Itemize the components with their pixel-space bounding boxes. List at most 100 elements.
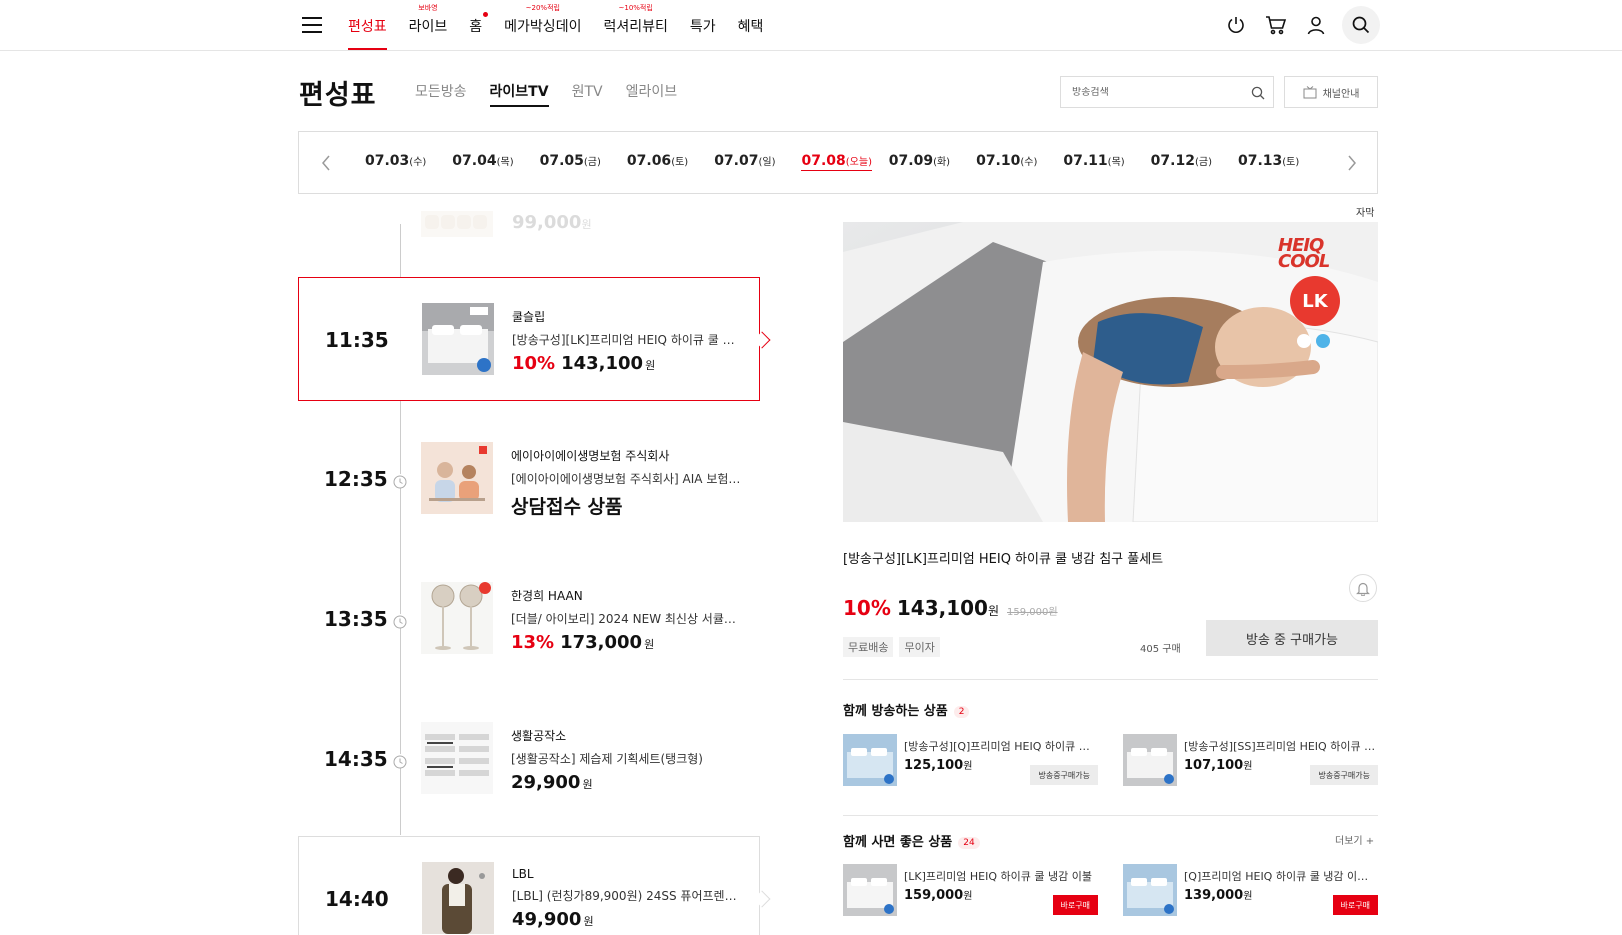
product-name[interactable]: [방송구성][SS]프리미엄 HEIQ 하이큐 쿨 냉감 침구: [1184, 738, 1378, 754]
tab-live-tv[interactable]: 라이브TV: [489, 81, 549, 107]
schedule-slot-1435[interactable]: 14:35 생활공작소 [생활공작소] 제습제 기획세트(탱크형) 29,900…: [298, 697, 760, 821]
benefit-tags: 무료배송 무이자: [843, 637, 946, 657]
discount-rate: 13%: [511, 632, 555, 653]
divider: [843, 679, 1378, 680]
caption-label[interactable]: 자막: [1356, 204, 1374, 219]
cart-icon[interactable]: [1256, 6, 1296, 44]
gnb-item-live[interactable]: 보바영 라이브: [409, 0, 448, 50]
discount-rate: 10%: [843, 596, 891, 620]
gnb-item-schedule[interactable]: 편성표: [348, 0, 387, 50]
pointer-arrow: [753, 331, 771, 349]
tab-all-broadcasts[interactable]: 모든방송: [415, 81, 467, 107]
price-line: 49,900 원: [512, 909, 594, 930]
price: 49,900: [512, 909, 582, 930]
price: 173,000: [560, 632, 643, 653]
product-thumbnail: [421, 722, 493, 794]
schedule-slot-1335[interactable]: 13:35 한경희 HAAN [더블/ 아이보리] 2024 NEW 최신상 서…: [298, 557, 760, 681]
recommend-item-2[interactable]: [Q]프리미엄 HEIQ 하이큐 쿨 냉감 이불세트 139,000원 바로구매: [1123, 864, 1378, 916]
date-item[interactable]: 07.05(금): [540, 153, 627, 169]
slot-time: 13:35: [324, 607, 388, 631]
buy-during-broadcast-button[interactable]: 방송중구매가능: [1030, 765, 1098, 785]
slot-info: 쿨슬립 [방송구성][LK]프리미엄 HEIQ 하이큐 쿨 냉감 침구 풀세트 …: [512, 308, 742, 374]
tab-one-tv[interactable]: 원TV: [572, 81, 603, 107]
date-label: 07.11(목): [1063, 153, 1125, 169]
user-icon[interactable]: [1296, 6, 1336, 44]
chevron-left-icon[interactable]: [315, 152, 337, 174]
price-line: 13% 173,000 원: [511, 632, 655, 653]
recommend-item-1[interactable]: [LK]프리미엄 HEIQ 하이큐 쿨 냉감 이불 159,000원 바로구매: [843, 864, 1098, 916]
date-item[interactable]: 07.13(토): [1238, 153, 1325, 169]
date-item[interactable]: 07.03(수): [365, 153, 452, 169]
recommend-title: 함께 사면 좋은 상품 24: [843, 831, 980, 850]
product-thumbnail: [1123, 864, 1177, 916]
count-badge: 24: [958, 836, 980, 849]
brand-name: 생활공작소: [511, 729, 567, 743]
gnb-item-mega-boxing-day[interactable]: ~20%적립 메가박싱데이: [504, 0, 581, 50]
schedule-slot-1440[interactable]: 14:40 LBL [LBL] (런칭가89,900원) 24SS 퓨어프렌치 …: [298, 836, 771, 935]
detail-price: 10% 143,100원 159,000원: [843, 596, 1058, 620]
slot-time: 14:40: [325, 887, 389, 911]
date-list: 07.03(수) 07.04(목) 07.05(금) 07.06(토) 07.07(일)…: [365, 153, 1325, 171]
product-name[interactable]: [에이아이에이생명보험 주식회사] AIA 보험상품: [511, 470, 741, 487]
bell-icon[interactable]: [1349, 574, 1377, 602]
product-thumbnail: [421, 582, 493, 654]
gnb-item-home[interactable]: 홈: [469, 0, 489, 50]
discount-rate: 10%: [512, 353, 556, 374]
date-item[interactable]: 07.10(수): [976, 153, 1063, 169]
date-item[interactable]: 07.04(목): [452, 153, 539, 169]
carousel-dot[interactable]: [1297, 334, 1311, 348]
price-line: 10% 143,100 원: [512, 353, 656, 374]
product-name[interactable]: [LBL] (런칭가89,900원) 24SS 퓨어프렌치 셔츠: [512, 887, 742, 904]
date-item[interactable]: 07.06(토): [627, 153, 714, 169]
broadcast-search: [1060, 76, 1274, 108]
category-tabs: 모든방송 라이브TV 원TV 엘라이브: [415, 81, 700, 107]
product-name[interactable]: [더블/ 아이보리] 2024 NEW 최신상 서큘레이터: [511, 610, 741, 627]
detail-product-title[interactable]: [방송구성][LK]프리미엄 HEIQ 하이큐 쿨 냉감 침구 풀세트: [843, 548, 1178, 572]
search-icon[interactable]: [1342, 6, 1380, 44]
price: 143,100: [561, 353, 644, 374]
buy-now-button[interactable]: 바로구매: [1052, 895, 1098, 915]
channel-guide-button[interactable]: 채널안내: [1284, 76, 1378, 108]
consult-label: 상담접수 상품: [511, 496, 623, 518]
buy-now-button[interactable]: 바로구매: [1332, 895, 1378, 915]
buy-during-broadcast-button[interactable]: 방송 중 구매가능: [1206, 620, 1378, 656]
gnb-item-benefits[interactable]: 혜택: [738, 0, 764, 50]
date-item[interactable]: 07.11(목): [1063, 153, 1150, 169]
schedule-slot-1135[interactable]: 11:35 쿨슬립 [방송구성][LK]프리미엄 HEIQ 하이큐 쿨 냉감 침…: [298, 277, 771, 401]
count-badge: 2: [953, 705, 970, 718]
brand-name: 에이아이에이생명보험 주식회사: [511, 449, 670, 463]
product-name[interactable]: [생활공작소] 제습제 기획세트(탱크형): [511, 750, 741, 767]
date-item[interactable]: 07.12(금): [1151, 153, 1238, 169]
gnb-menu: 편성표 보바영 라이브 홈 ~20%적립 메가박싱데이 ~10%적립 럭셔리뷰티 특가…: [348, 0, 785, 50]
product-thumbnail: [421, 211, 493, 237]
date-item[interactable]: 07.08(오늘): [801, 153, 888, 171]
gnb-item-luxury-beauty[interactable]: ~10%적립 럭셔리뷰티: [603, 0, 667, 50]
product-name[interactable]: [Q]프리미엄 HEIQ 하이큐 쿨 냉감 이불세트: [1184, 868, 1378, 884]
date-item[interactable]: 07.09(화): [889, 153, 976, 169]
product-name[interactable]: [방송구성][Q]프리미엄 HEIQ 하이큐 쿨 냉감 침구: [904, 738, 1098, 754]
price: 107,100원: [1184, 758, 1253, 773]
more-link[interactable]: 더보기 +: [1335, 832, 1374, 847]
tab-l-live[interactable]: 엘라이브: [626, 81, 678, 107]
carousel-dots: [1297, 334, 1335, 348]
buy-during-broadcast-button[interactable]: 방송중구매가능: [1310, 765, 1378, 785]
schedule-slot-1235[interactable]: 12:35 에이아이에이생명보험 주식회사 [에이아이에이생명보험 주식회사] …: [298, 417, 760, 541]
divider: [843, 815, 1378, 816]
gnb-item-special-price[interactable]: 특가: [690, 0, 716, 50]
price: 159,000원: [904, 888, 973, 903]
product-thumbnail: [422, 303, 494, 375]
product-name[interactable]: [방송구성][LK]프리미엄 HEIQ 하이큐 쿨 냉감 침구 풀세트: [512, 331, 742, 348]
together-item-2[interactable]: [방송구성][SS]프리미엄 HEIQ 하이큐 쿨 냉감 침구 107,100원…: [1123, 734, 1378, 786]
product-name[interactable]: [LK]프리미엄 HEIQ 하이큐 쿨 냉감 이불: [904, 868, 1098, 884]
search-icon[interactable]: [1251, 85, 1265, 104]
hamburger-menu-icon[interactable]: [302, 17, 322, 33]
price: 143,100: [896, 596, 988, 620]
broadcast-search-input[interactable]: [1072, 86, 1242, 98]
power-icon[interactable]: [1216, 6, 1256, 44]
date-label: 07.10(수): [976, 153, 1038, 169]
chevron-right-icon[interactable]: [1341, 152, 1363, 174]
date-item[interactable]: 07.07(일): [714, 153, 801, 169]
together-item-1[interactable]: [방송구성][Q]프리미엄 HEIQ 하이큐 쿨 냉감 침구 125,100원 …: [843, 734, 1098, 786]
heiq-cool-logo: HEIQ COOL: [1278, 235, 1330, 272]
carousel-dot-active[interactable]: [1316, 334, 1330, 348]
